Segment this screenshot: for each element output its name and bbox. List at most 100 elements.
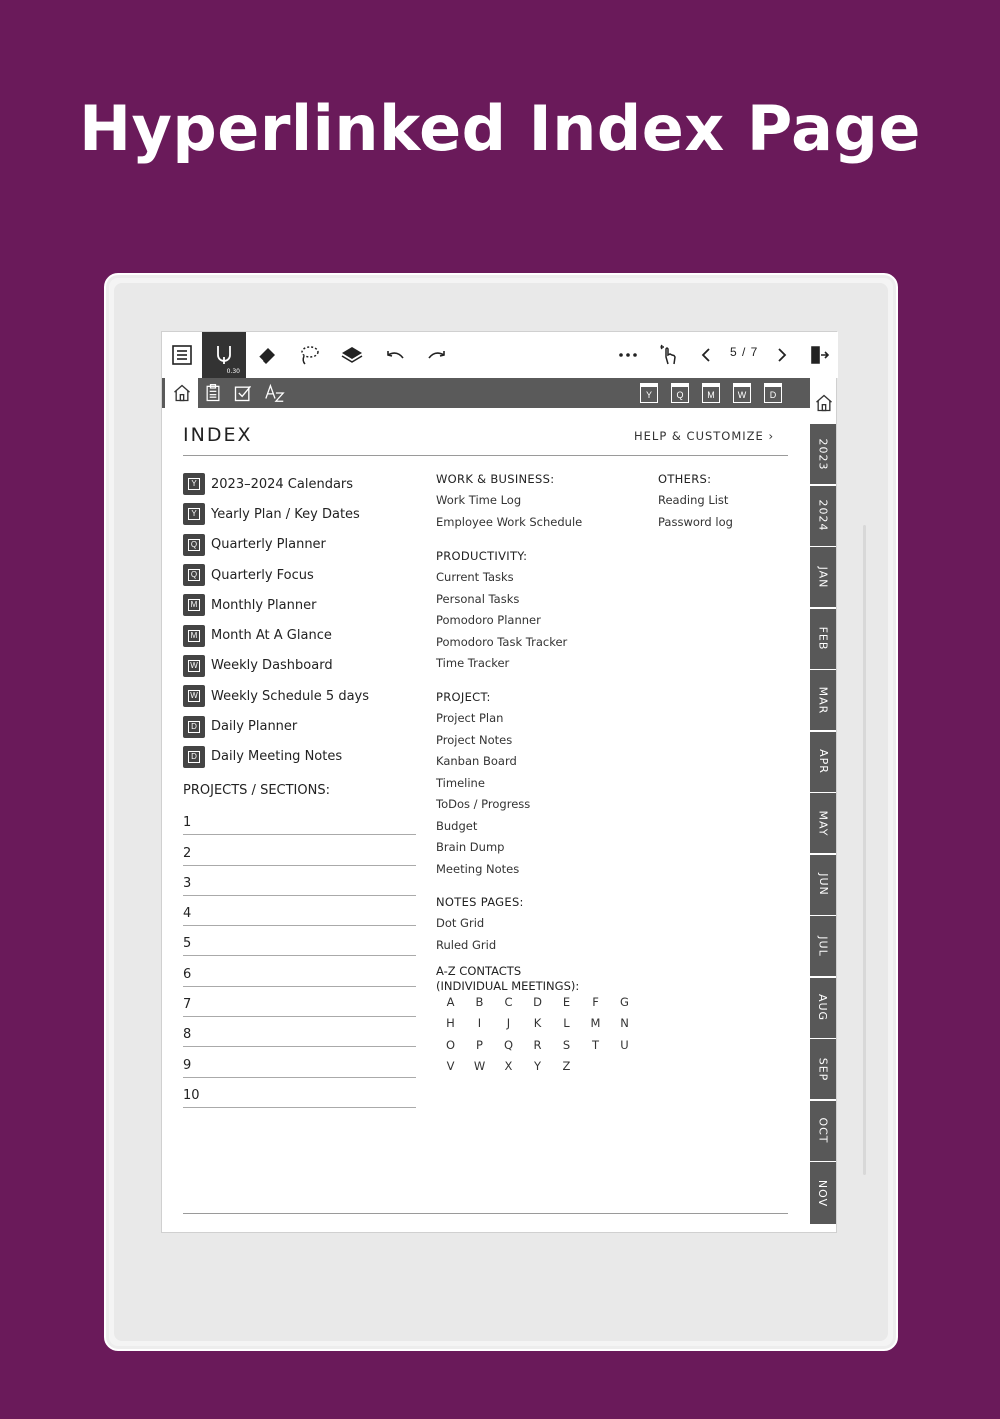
link-reading-list[interactable]: Reading List [658, 490, 733, 512]
letter-link[interactable]: F [581, 992, 610, 1013]
nav-daily-button[interactable]: D [764, 383, 782, 403]
letter-link[interactable]: Y [523, 1056, 552, 1077]
letter-link[interactable]: E [552, 992, 581, 1013]
undo-button[interactable] [378, 332, 412, 378]
toc-button[interactable] [166, 332, 198, 378]
tab-aug[interactable]: AUG [810, 977, 836, 1038]
nav-home-button[interactable] [162, 378, 198, 408]
project-row[interactable]: 8 [183, 1017, 416, 1048]
help-customize-link[interactable]: HELP & CUSTOMIZE › [634, 429, 774, 443]
project-row[interactable]: 6 [183, 956, 416, 987]
index-link-daily-planner[interactable]: D Daily Planner [183, 711, 369, 741]
letter-link[interactable]: G [610, 992, 639, 1013]
project-row[interactable]: 2 [183, 835, 416, 866]
tab-nov[interactable]: NOV [810, 1162, 836, 1224]
letter-link[interactable]: P [465, 1035, 494, 1056]
link-time-tracker[interactable]: Time Tracker [436, 653, 567, 675]
link-pomodoro-task-tracker[interactable]: Pomodoro Task Tracker [436, 632, 567, 654]
tab-jul[interactable]: JUL [810, 916, 836, 976]
link-project-plan[interactable]: Project Plan [436, 708, 530, 730]
letter-link[interactable]: K [523, 1013, 552, 1034]
link-kanban-board[interactable]: Kanban Board [436, 751, 530, 773]
letter-link[interactable]: J [494, 1013, 523, 1034]
tab-feb[interactable]: FEB [810, 608, 836, 669]
letter-link[interactable]: W [465, 1056, 494, 1077]
index-link-quarterly-focus[interactable]: Q Quarterly Focus [183, 560, 369, 590]
lasso-button[interactable] [292, 332, 326, 378]
letter-link[interactable]: C [494, 992, 523, 1013]
link-ruled-grid[interactable]: Ruled Grid [436, 935, 524, 957]
link-timeline[interactable]: Timeline [436, 773, 530, 795]
letter-link[interactable]: V [436, 1056, 465, 1077]
tab-sep[interactable]: SEP [810, 1039, 836, 1099]
index-link-weekly-schedule[interactable]: W Weekly Schedule 5 days [183, 681, 369, 711]
touch-toggle-button[interactable] [654, 332, 686, 378]
redo-button[interactable] [420, 332, 454, 378]
tab-jun[interactable]: JUN [810, 854, 836, 915]
nav-notes-button[interactable] [202, 382, 224, 404]
link-dot-grid[interactable]: Dot Grid [436, 913, 524, 935]
eraser-button[interactable] [250, 332, 284, 378]
layers-button[interactable] [334, 332, 370, 378]
project-row[interactable]: 10 [183, 1078, 416, 1108]
link-budget[interactable]: Budget [436, 816, 530, 838]
index-link-month-at-a-glance[interactable]: M Month At A Glance [183, 620, 369, 650]
side-home-button[interactable] [810, 388, 838, 418]
nav-contacts-button[interactable] [264, 382, 286, 404]
project-row[interactable]: 1 [183, 805, 416, 836]
letter-link[interactable]: O [436, 1035, 465, 1056]
index-link-quarterly-planner[interactable]: Q Quarterly Planner [183, 530, 369, 560]
link-personal-tasks[interactable]: Personal Tasks [436, 589, 567, 611]
letter-link[interactable]: Q [494, 1035, 523, 1056]
letter-link[interactable]: D [523, 992, 552, 1013]
letter-link[interactable]: I [465, 1013, 494, 1034]
project-row[interactable]: 4 [183, 896, 416, 927]
nav-tasks-button[interactable] [232, 382, 254, 404]
link-employee-work-schedule[interactable]: Employee Work Schedule [436, 512, 582, 534]
prev-page-button[interactable] [694, 332, 720, 378]
index-link-weekly-dashboard[interactable]: W Weekly Dashboard [183, 651, 369, 681]
tab-2023[interactable]: 2023 [810, 424, 836, 484]
tab-oct[interactable]: OCT [810, 1100, 836, 1161]
pen-tool-button[interactable]: 0.30 [202, 332, 246, 378]
more-button[interactable] [612, 332, 644, 378]
project-row[interactable]: 9 [183, 1047, 416, 1078]
link-current-tasks[interactable]: Current Tasks [436, 567, 567, 589]
letter-link[interactable]: R [523, 1035, 552, 1056]
link-brain-dump[interactable]: Brain Dump [436, 837, 530, 859]
project-row[interactable]: 7 [183, 987, 416, 1018]
letter-link[interactable]: H [436, 1013, 465, 1034]
tab-jan[interactable]: JAN [810, 547, 836, 607]
letter-link[interactable]: S [552, 1035, 581, 1056]
link-project-notes[interactable]: Project Notes [436, 730, 530, 752]
letter-link[interactable]: Z [552, 1056, 581, 1077]
exit-button[interactable] [804, 332, 834, 378]
link-work-time-log[interactable]: Work Time Log [436, 490, 582, 512]
letter-link[interactable]: M [581, 1013, 610, 1034]
letter-link[interactable]: X [494, 1056, 523, 1077]
index-link-yearly-plan[interactable]: Y Yearly Plan / Key Dates [183, 499, 369, 529]
nav-monthly-button[interactable]: M [702, 383, 720, 403]
next-page-button[interactable] [768, 332, 794, 378]
letter-link[interactable]: L [552, 1013, 581, 1034]
link-todos-progress[interactable]: ToDos / Progress [436, 794, 530, 816]
link-pomodoro-planner[interactable]: Pomodoro Planner [436, 610, 567, 632]
nav-yearly-button[interactable]: Y [640, 383, 658, 403]
letter-link[interactable]: T [581, 1035, 610, 1056]
index-link-monthly-planner[interactable]: M Monthly Planner [183, 590, 369, 620]
letter-link[interactable]: A [436, 992, 465, 1013]
index-link-daily-meeting-notes[interactable]: D Daily Meeting Notes [183, 742, 369, 772]
tab-apr[interactable]: APR [810, 731, 836, 792]
index-link-calendars[interactable]: Y 2023–2024 Calendars [183, 469, 369, 499]
project-row[interactable]: 5 [183, 926, 416, 957]
tab-mar[interactable]: MAR [810, 670, 836, 730]
project-row[interactable]: 3 [183, 866, 416, 896]
link-password-log[interactable]: Password log [658, 512, 733, 534]
letter-link[interactable]: B [465, 992, 494, 1013]
tab-may[interactable]: MAY [810, 793, 836, 853]
letter-link[interactable]: N [610, 1013, 639, 1034]
nav-quarterly-button[interactable]: Q [671, 383, 689, 403]
letter-link[interactable]: U [610, 1035, 639, 1056]
tab-2024[interactable]: 2024 [810, 485, 836, 546]
nav-weekly-button[interactable]: W [733, 383, 751, 403]
